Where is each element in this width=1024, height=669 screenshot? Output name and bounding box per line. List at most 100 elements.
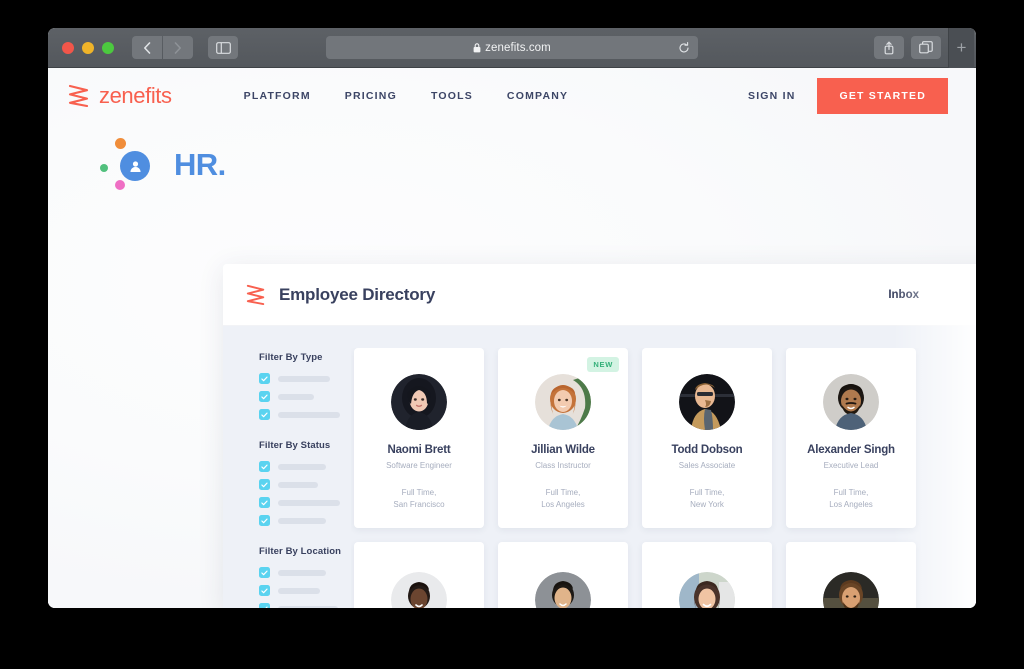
decorative-dot-orange	[115, 138, 126, 149]
employee-card[interactable]: Todd Dobson Sales Associate Full Time, N…	[642, 348, 772, 528]
employee-location: New York	[690, 499, 725, 511]
toggle-sidebar-button[interactable]	[208, 36, 238, 59]
filter-label-placeholder	[278, 376, 330, 382]
employee-card[interactable]	[354, 542, 484, 608]
directory-header: Employee Directory Inbox	[223, 264, 976, 326]
header-actions: SIGN IN GET STARTED	[748, 78, 948, 114]
employee-name: Naomi Brett	[388, 444, 451, 456]
filter-option[interactable]	[259, 479, 351, 490]
employee-card[interactable]	[786, 542, 916, 608]
avatar	[823, 374, 879, 430]
employee-employment-type: Full Time,	[690, 487, 725, 499]
decorative-dot-green	[100, 164, 108, 172]
filter-option[interactable]	[259, 409, 351, 420]
filter-option[interactable]	[259, 461, 351, 472]
filter-option[interactable]	[259, 497, 351, 508]
employee-card[interactable]: NEW	[498, 348, 628, 528]
zenefits-mark-icon-small	[246, 284, 266, 305]
employee-card[interactable]	[642, 542, 772, 608]
show-tabs-button[interactable]	[911, 36, 941, 59]
employee-card[interactable]: Alexander Singh Executive Lead Full Time…	[786, 348, 916, 528]
decorative-dot-pink	[115, 180, 125, 190]
window-controls	[62, 42, 114, 54]
checkbox-checked-icon[interactable]	[259, 391, 270, 402]
employee-meta: Full Time, Los Angeles	[541, 487, 585, 510]
avatar	[679, 572, 735, 608]
employee-location: San Francisco	[393, 499, 444, 511]
avatar	[535, 374, 591, 430]
hr-logo	[98, 137, 160, 193]
filter-label-placeholder	[278, 394, 314, 400]
checkbox-checked-icon[interactable]	[259, 373, 270, 384]
employee-card[interactable]: Naomi Brett Software Engineer Full Time,…	[354, 348, 484, 528]
chevron-left-icon	[143, 42, 151, 54]
avatar-photo-row2-3	[679, 572, 735, 608]
filter-option[interactable]	[259, 515, 351, 526]
person-badge	[120, 151, 150, 181]
avatar	[823, 572, 879, 608]
share-button[interactable]	[874, 36, 904, 59]
employee-grid: Naomi Brett Software Engineer Full Time,…	[351, 348, 976, 608]
employee-card[interactable]	[498, 542, 628, 608]
filter-option[interactable]	[259, 585, 351, 596]
inbox-link[interactable]: Inbox	[888, 289, 919, 301]
browser-right-actions: +	[874, 28, 966, 68]
employee-name: Alexander Singh	[807, 444, 895, 456]
get-started-button[interactable]: GET STARTED	[817, 78, 948, 114]
address-bar[interactable]: zenefits.com	[326, 36, 698, 59]
avatar	[391, 572, 447, 608]
checkbox-checked-icon[interactable]	[259, 515, 270, 526]
employee-role: Executive Lead	[824, 461, 879, 470]
sign-in-link[interactable]: SIGN IN	[748, 90, 796, 102]
filter-label-placeholder	[278, 482, 318, 488]
employee-name: Todd Dobson	[671, 444, 742, 456]
nav-item-pricing[interactable]: PRICING	[345, 90, 397, 102]
filter-label-placeholder	[278, 500, 340, 506]
employee-employment-type: Full Time,	[541, 487, 585, 499]
checkbox-checked-icon[interactable]	[259, 479, 270, 490]
forward-button[interactable]	[163, 36, 193, 59]
reload-icon	[678, 42, 690, 54]
avatar-photo-row2-2	[535, 572, 591, 608]
new-tab-button[interactable]: +	[948, 28, 974, 68]
employee-role: Software Engineer	[386, 461, 452, 470]
zenefits-logo[interactable]: zenefits	[68, 83, 172, 109]
avatar	[679, 374, 735, 430]
address-bar-container: zenefits.com	[326, 36, 698, 59]
lock-icon	[473, 43, 481, 53]
status-badge: NEW	[587, 357, 619, 372]
filter-group-type: Filter By Type	[259, 352, 351, 420]
sidebar-icon	[216, 42, 231, 54]
employee-meta: Full Time, San Francisco	[393, 487, 444, 510]
employee-employment-type: Full Time,	[393, 487, 444, 499]
checkbox-checked-icon[interactable]	[259, 603, 270, 608]
nav-item-company[interactable]: COMPANY	[507, 90, 568, 102]
checkbox-checked-icon[interactable]	[259, 585, 270, 596]
filter-type-title: Filter By Type	[259, 352, 351, 363]
checkbox-checked-icon[interactable]	[259, 409, 270, 420]
minimize-window-button[interactable]	[82, 42, 94, 54]
filter-group-status: Filter By Status	[259, 440, 351, 526]
employee-role: Class Instructor	[535, 461, 591, 470]
checkbox-checked-icon[interactable]	[259, 461, 270, 472]
url-text-group: zenefits.com	[473, 42, 551, 54]
nav-item-platform[interactable]: PLATFORM	[244, 90, 311, 102]
employee-location: Los Angeles	[829, 499, 873, 511]
employee-directory-card: Employee Directory Inbox Filter By Type	[223, 264, 976, 608]
checkbox-checked-icon[interactable]	[259, 567, 270, 578]
filter-option[interactable]	[259, 567, 351, 578]
avatar-photo-alexander-singh	[823, 374, 879, 430]
page-content: zenefits PLATFORM PRICING TOOLS COMPANY …	[48, 68, 976, 608]
browser-titlebar: zenefits.com	[48, 28, 976, 68]
filter-option[interactable]	[259, 391, 351, 402]
employee-grid-wrapper: Naomi Brett Software Engineer Full Time,…	[351, 348, 976, 608]
checkbox-checked-icon[interactable]	[259, 497, 270, 508]
close-window-button[interactable]	[62, 42, 74, 54]
maximize-window-button[interactable]	[102, 42, 114, 54]
filter-option[interactable]	[259, 603, 351, 608]
directory-body: Filter By Type	[223, 326, 976, 608]
filters-sidebar: Filter By Type	[223, 348, 351, 608]
filter-option[interactable]	[259, 373, 351, 384]
back-button[interactable]	[132, 36, 162, 59]
nav-item-tools[interactable]: TOOLS	[431, 90, 473, 102]
